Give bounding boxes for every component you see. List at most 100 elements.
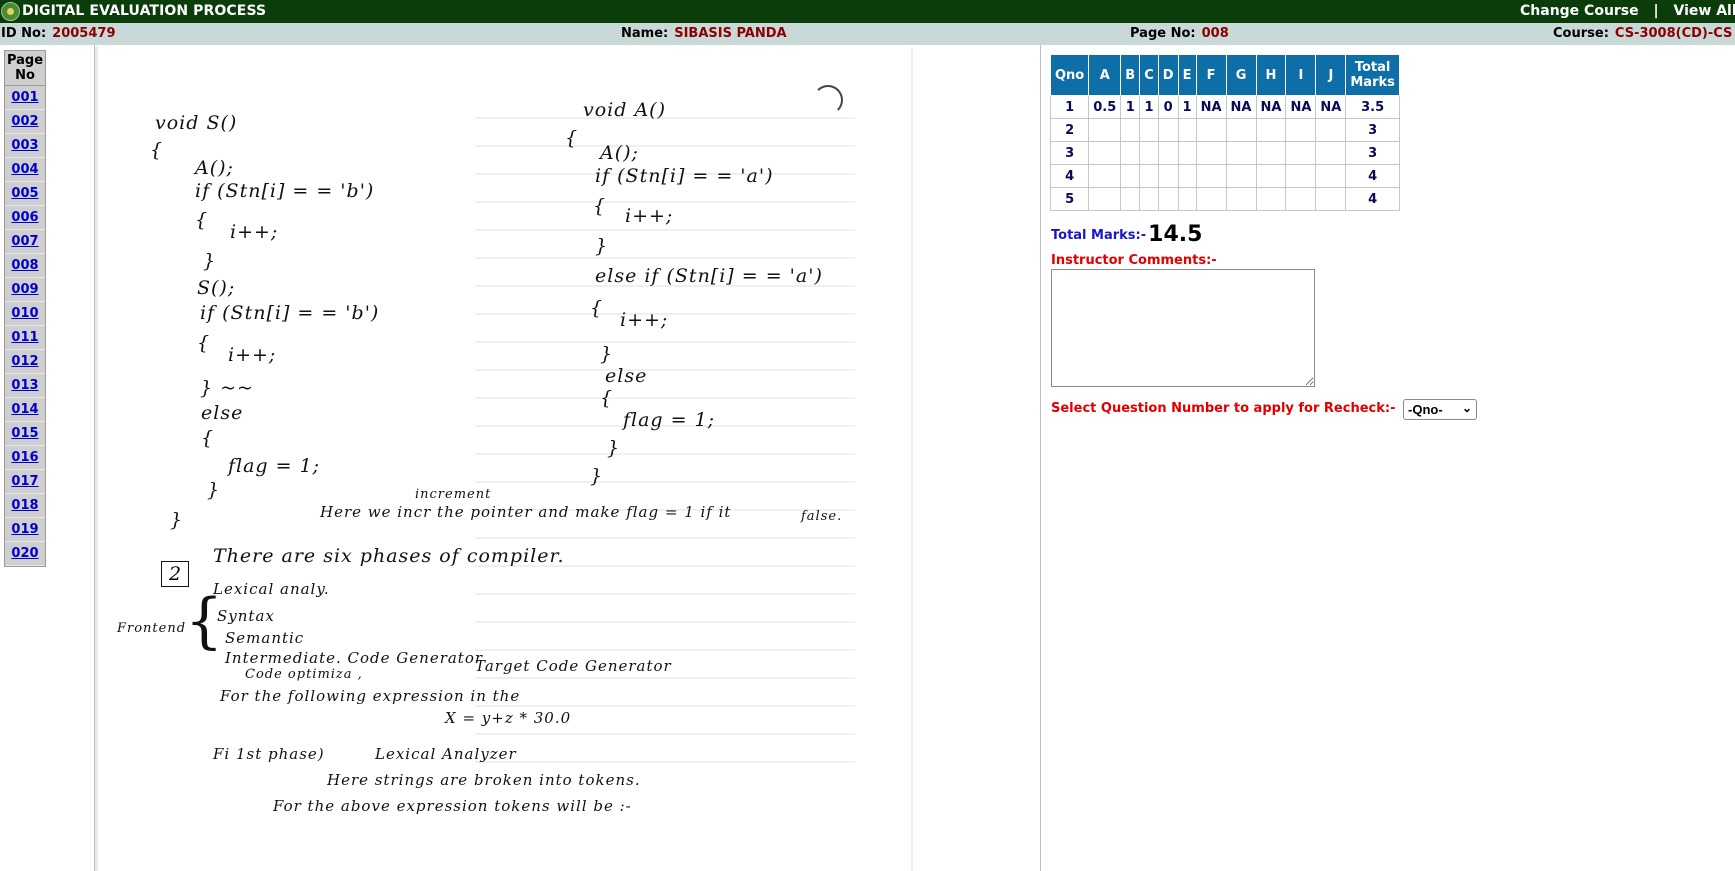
table-cell: 4 bbox=[1345, 187, 1400, 211]
page-link-020[interactable]: 020 bbox=[5, 542, 45, 566]
page-link-016[interactable]: 016 bbox=[5, 446, 45, 470]
name-value: SIBASIS PANDA bbox=[674, 26, 787, 41]
page-link-018[interactable]: 018 bbox=[5, 494, 45, 518]
handwritten-line: flag = 1; bbox=[228, 455, 321, 477]
handwritten-line: For the following expression in the bbox=[220, 687, 521, 705]
page-link-002[interactable]: 002 bbox=[5, 110, 45, 134]
change-course-link[interactable]: Change Course bbox=[1520, 3, 1639, 19]
table-cell bbox=[1120, 164, 1141, 188]
page-link-013[interactable]: 013 bbox=[5, 374, 45, 398]
handwritten-line: } ~~ bbox=[200, 377, 254, 399]
handwritten-line: { bbox=[590, 297, 604, 319]
table-cell: NA bbox=[1195, 95, 1227, 119]
header-d: D bbox=[1157, 54, 1179, 96]
handwritten-line: } bbox=[600, 343, 614, 365]
table-cell: 3.5 bbox=[1345, 95, 1400, 119]
page-link-007[interactable]: 007 bbox=[5, 230, 45, 254]
page-no-value: 008 bbox=[1201, 26, 1229, 41]
page-link-008[interactable]: 008 bbox=[5, 254, 45, 278]
handwritten-line: { bbox=[593, 195, 607, 217]
table-cell bbox=[1285, 164, 1317, 188]
table-cell bbox=[1225, 141, 1257, 165]
handwritten-line: { bbox=[600, 387, 614, 409]
table-cell: 1 bbox=[1049, 95, 1090, 119]
top-bar: DIGITAL EVALUATION PROCESS Change Course… bbox=[0, 0, 1735, 23]
id-value: 2005479 bbox=[52, 26, 116, 41]
handwritten-line: S(); bbox=[197, 277, 236, 299]
page-link-011[interactable]: 011 bbox=[5, 326, 45, 350]
table-cell bbox=[1088, 164, 1122, 188]
handwritten-line: X = y+z * 30.0 bbox=[445, 709, 572, 727]
instructor-comments-label: Instructor Comments:- bbox=[1051, 253, 1217, 268]
page-link-010[interactable]: 010 bbox=[5, 302, 45, 326]
header-c: C bbox=[1139, 54, 1159, 96]
handwritten-line: A(); bbox=[600, 142, 639, 164]
page-link-005[interactable]: 005 bbox=[5, 182, 45, 206]
header-e: E bbox=[1177, 54, 1197, 96]
page-link-012[interactable]: 012 bbox=[5, 350, 45, 374]
question-number-box: 2 bbox=[161, 561, 189, 587]
handwritten-line: { bbox=[195, 209, 209, 231]
page-no-label: Page No: bbox=[1130, 26, 1196, 41]
handwritten-line: Code optimiza , bbox=[245, 667, 363, 682]
table-cell: 4 bbox=[1049, 164, 1090, 188]
page-link-009[interactable]: 009 bbox=[5, 278, 45, 302]
course-field: Course: CS-3008(CD)-CS bbox=[1553, 26, 1732, 41]
table-cell bbox=[1088, 118, 1122, 142]
table-cell: 1 bbox=[1139, 95, 1159, 119]
handwritten-line: Lexical analy. bbox=[213, 580, 330, 598]
view-all-link[interactable]: View All C bbox=[1674, 3, 1735, 19]
header-j: J bbox=[1315, 54, 1347, 96]
header-links: Change Course | View All C bbox=[1520, 3, 1735, 19]
table-cell bbox=[1195, 118, 1227, 142]
table-cell bbox=[1177, 118, 1197, 142]
table-cell bbox=[1139, 118, 1159, 142]
page-link-015[interactable]: 015 bbox=[5, 422, 45, 446]
handwritten-line: } bbox=[590, 465, 604, 487]
header-g: G bbox=[1225, 54, 1257, 96]
handwritten-line: } bbox=[595, 235, 609, 257]
table-cell: 0 bbox=[1157, 95, 1179, 119]
handwritten-line: Lexical Analyzer bbox=[375, 745, 517, 763]
table-cell bbox=[1195, 141, 1227, 165]
handwritten-line: false. bbox=[801, 509, 843, 524]
handwritten-line: For the above expression tokens will be … bbox=[273, 797, 632, 815]
table-cell bbox=[1225, 164, 1257, 188]
total-marks-label: Total Marks:- bbox=[1051, 228, 1147, 243]
handwritten-line: void S() bbox=[155, 112, 238, 134]
table-cell bbox=[1088, 141, 1122, 165]
table-row: 2 3 bbox=[1049, 118, 1400, 142]
page-link-003[interactable]: 003 bbox=[5, 134, 45, 158]
handwritten-line: else if (Stn[i] = = 'a') bbox=[595, 265, 823, 287]
handwritten-line: Here strings are broken into tokens. bbox=[327, 771, 641, 789]
instructor-comments-textarea[interactable] bbox=[1051, 269, 1315, 387]
table-row: 1 0.5 1 1 0 1 NA NA NA NA NA 3.5 bbox=[1049, 95, 1400, 119]
table-cell: 3 bbox=[1345, 118, 1400, 142]
table-cell: 3 bbox=[1049, 141, 1090, 165]
table-cell: NA bbox=[1225, 95, 1257, 119]
table-cell bbox=[1285, 141, 1317, 165]
table-cell: 1 bbox=[1120, 95, 1141, 119]
table-cell bbox=[1255, 118, 1287, 142]
handwritten-line: flag = 1; bbox=[623, 409, 716, 431]
course-label: Course: bbox=[1553, 26, 1609, 41]
page-link-001[interactable]: 001 bbox=[5, 86, 45, 110]
recheck-question-select[interactable]: -Qno- ⌄ bbox=[1403, 399, 1477, 420]
page-link-017[interactable]: 017 bbox=[5, 470, 45, 494]
handwritten-line: if (Stn[i] = = 'b') bbox=[195, 180, 375, 202]
handwritten-line: if (Stn[i] = = 'a') bbox=[595, 165, 774, 187]
page-link-014[interactable]: 014 bbox=[5, 398, 45, 422]
page-link-019[interactable]: 019 bbox=[5, 518, 45, 542]
handwritten-line: Frontend bbox=[117, 621, 187, 636]
table-cell bbox=[1285, 187, 1317, 211]
page-link-006[interactable]: 006 bbox=[5, 206, 45, 230]
page-link-004[interactable]: 004 bbox=[5, 158, 45, 182]
table-cell bbox=[1088, 187, 1122, 211]
handwritten-line: A(); bbox=[195, 157, 234, 179]
table-cell: 0.5 bbox=[1088, 95, 1122, 119]
recheck-label: Select Question Number to apply for Rech… bbox=[1051, 401, 1396, 416]
header-i: I bbox=[1285, 54, 1317, 96]
table-cell bbox=[1285, 118, 1317, 142]
table-cell: 2 bbox=[1049, 118, 1090, 142]
handwritten-line: Syntax bbox=[217, 607, 275, 625]
